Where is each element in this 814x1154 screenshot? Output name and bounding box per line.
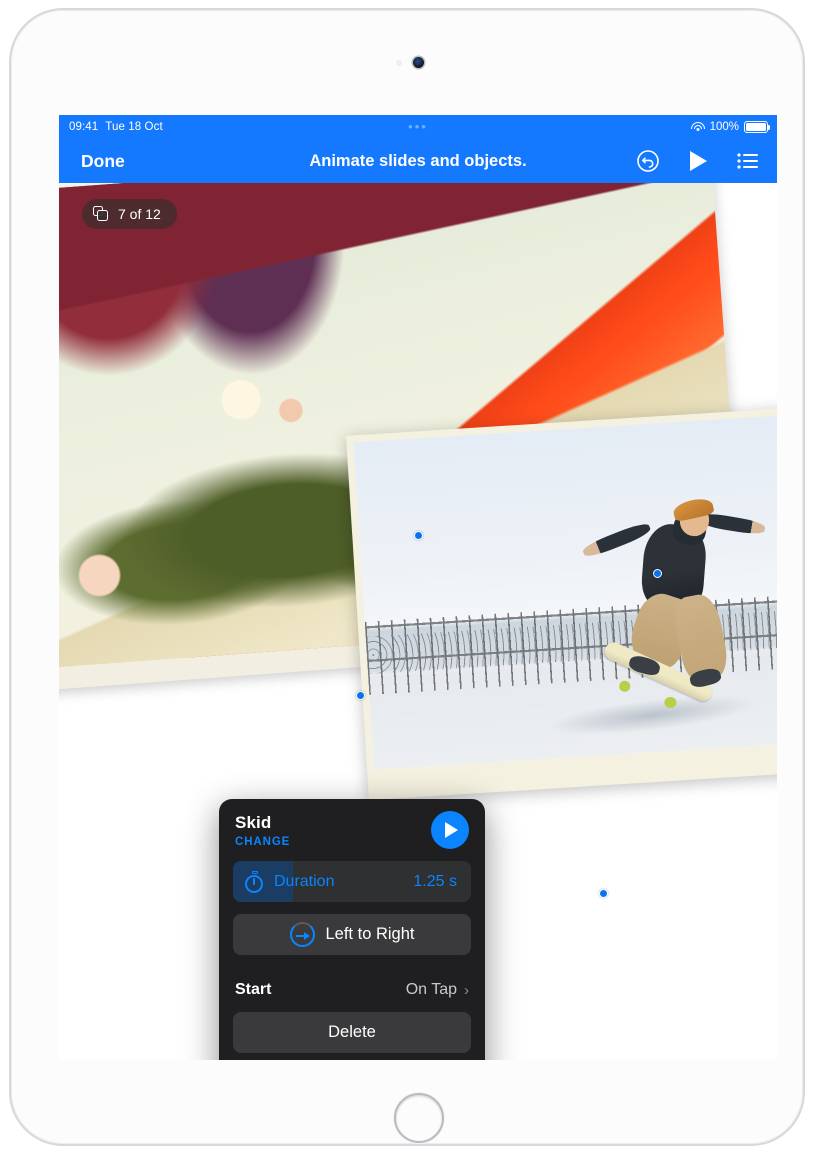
undo-icon[interactable] bbox=[636, 149, 660, 173]
home-button[interactable] bbox=[394, 1093, 444, 1143]
status-bar: 09:41 Tue 18 Oct ••• 100% bbox=[59, 115, 777, 139]
photo-skater-jump[interactable] bbox=[345, 406, 777, 801]
slides-stack-icon bbox=[93, 206, 109, 222]
list-icon[interactable] bbox=[737, 152, 759, 170]
slide-counter-label: 7 of 12 bbox=[118, 206, 161, 222]
delete-button[interactable]: Delete bbox=[233, 1012, 471, 1053]
direction-button[interactable]: Left to Right bbox=[233, 914, 471, 955]
photo-skater-image bbox=[353, 414, 777, 770]
duration-label: Duration bbox=[274, 872, 335, 890]
status-bar-right: 100% bbox=[690, 121, 771, 133]
battery-percent-label: 100% bbox=[709, 121, 739, 133]
skateboard-wheel-front bbox=[618, 680, 631, 693]
start-value: On Tap bbox=[405, 981, 457, 998]
screen: 09:41 Tue 18 Oct ••• 100% Done Animate s… bbox=[59, 115, 777, 1060]
skater-shadow bbox=[548, 687, 756, 741]
slide-canvas[interactable]: 7 of 12 Skid CHANGE Duration 1.25 s Left… bbox=[59, 183, 777, 1060]
popover-header: Skid CHANGE bbox=[235, 813, 290, 848]
selection-handle-bottom[interactable] bbox=[599, 889, 608, 898]
skater-arm-left bbox=[580, 519, 653, 560]
selection-handle-mid-left[interactable] bbox=[356, 691, 365, 700]
change-animation-button[interactable]: CHANGE bbox=[235, 836, 290, 848]
navigation-bar-actions bbox=[636, 149, 759, 173]
front-camera bbox=[413, 57, 424, 68]
direction-label: Left to Right bbox=[325, 925, 415, 943]
selection-handle-top-left[interactable] bbox=[414, 531, 423, 540]
dial-arrow-right-icon bbox=[289, 922, 315, 947]
stopwatch-icon bbox=[244, 871, 265, 893]
animation-options-popover: Skid CHANGE Duration 1.25 s Left to Righ… bbox=[219, 799, 485, 1060]
slide-counter-badge[interactable]: 7 of 12 bbox=[82, 199, 177, 229]
duration-slider[interactable]: Duration 1.25 s bbox=[233, 861, 471, 902]
ipad-device: 09:41 Tue 18 Oct ••• 100% Done Animate s… bbox=[9, 8, 805, 1146]
play-icon bbox=[445, 822, 458, 838]
preview-play-button[interactable] bbox=[431, 811, 469, 849]
photo-skater-jump-wrap bbox=[345, 406, 777, 801]
battery-icon bbox=[744, 121, 771, 133]
delete-label: Delete bbox=[328, 1023, 376, 1041]
start-label: Start bbox=[235, 981, 272, 998]
wifi-icon bbox=[690, 121, 705, 133]
navigation-bar: Done Animate slides and objects. bbox=[59, 139, 777, 183]
chevron-right-icon: › bbox=[464, 981, 469, 999]
selection-handle-top-right[interactable] bbox=[653, 569, 662, 578]
multitask-dots: ••• bbox=[408, 119, 428, 134]
animation-name: Skid bbox=[235, 813, 272, 832]
duration-value: 1.25 s bbox=[413, 872, 457, 890]
ambient-sensor bbox=[396, 60, 402, 66]
start-row[interactable]: Start On Tap › bbox=[235, 977, 469, 1003]
play-icon[interactable] bbox=[689, 150, 708, 172]
